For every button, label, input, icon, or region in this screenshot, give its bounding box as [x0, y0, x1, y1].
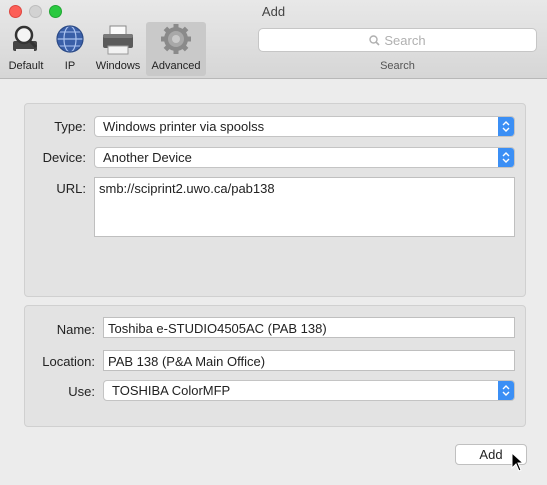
- search-input[interactable]: Search: [258, 28, 537, 52]
- toolbar-item-label: Advanced: [151, 60, 201, 72]
- add-button-label: Add: [479, 447, 503, 462]
- use-value: TOSHIBA ColorMFP: [112, 383, 231, 398]
- url-value: smb://sciprint2.uwo.ca/pab138: [99, 181, 275, 196]
- type-label: Type:: [54, 119, 86, 134]
- toolbar-item-default[interactable]: Default: [3, 22, 49, 76]
- globe-icon: [56, 25, 84, 53]
- name-field[interactable]: Toshiba e-STUDIO4505AC (PAB 138): [103, 317, 515, 338]
- gear-icon: [161, 24, 191, 54]
- type-popup[interactable]: Windows printer via spoolss: [94, 116, 515, 137]
- use-label: Use:: [68, 384, 95, 399]
- toolbar-item-advanced[interactable]: Advanced: [146, 22, 206, 76]
- device-popup[interactable]: Another Device: [94, 147, 515, 168]
- magnifier-printer-icon: [13, 25, 38, 54]
- location-field[interactable]: PAB 138 (P&A Main Office): [103, 350, 515, 371]
- toolbar-item-label: Default: [8, 60, 44, 72]
- search-placeholder: Search: [384, 33, 426, 48]
- location-value: PAB 138 (P&A Main Office): [108, 354, 266, 369]
- url-label: URL:: [56, 181, 86, 196]
- toolbar: Add Default IP Windows Advanced Search S…: [0, 0, 547, 79]
- add-printer-window: Add Default IP Windows Advanced Search S…: [0, 0, 547, 485]
- popup-arrows-icon: [498, 117, 514, 136]
- printer-icon: [103, 25, 133, 55]
- device-label: Device:: [42, 150, 86, 165]
- search-icon: [369, 35, 380, 46]
- type-value: Windows printer via spoolss: [103, 119, 265, 134]
- device-value: Another Device: [103, 150, 192, 165]
- name-value: Toshiba e-STUDIO4505AC (PAB 138): [108, 321, 327, 336]
- use-popup[interactable]: TOSHIBA ColorMFP: [103, 380, 515, 401]
- toolbar-item-ip[interactable]: IP: [50, 22, 90, 76]
- popup-arrows-icon: [498, 381, 514, 400]
- toolbar-item-windows[interactable]: Windows: [91, 22, 145, 76]
- url-field[interactable]: smb://sciprint2.uwo.ca/pab138: [94, 177, 515, 237]
- search-label: Search: [380, 60, 415, 72]
- window-title: Add: [261, 4, 286, 19]
- location-label: Location:: [42, 354, 95, 369]
- name-label: Name:: [56, 322, 95, 337]
- toolbar-item-label: IP: [64, 60, 76, 72]
- toolbar-item-label: Windows: [95, 60, 141, 72]
- popup-arrows-icon: [498, 148, 514, 167]
- mouse-cursor-icon: [511, 452, 525, 472]
